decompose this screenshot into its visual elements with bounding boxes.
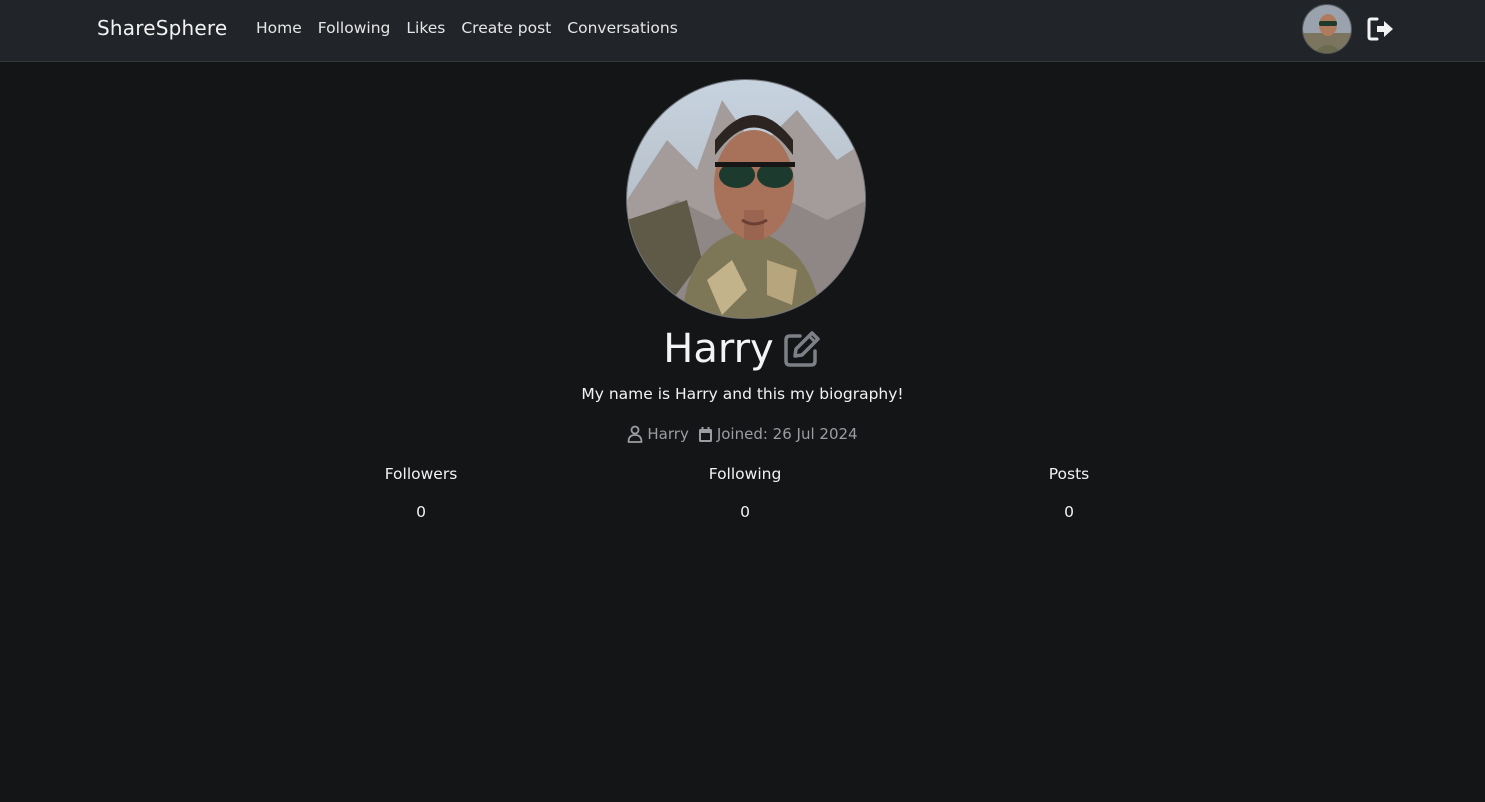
stat-value: 0 xyxy=(416,503,426,521)
profile-joined-date: Joined: 26 Jul 2024 xyxy=(716,425,858,443)
nav-links: Home Following Likes Create post Convers… xyxy=(256,19,694,37)
avatar-image xyxy=(1303,5,1351,53)
nav-link-following[interactable]: Following xyxy=(318,19,391,37)
profile-username: Harry xyxy=(647,425,689,443)
profile-meta: Harry Joined: 26 Jul 2024 xyxy=(0,425,1485,443)
sign-out-icon[interactable] xyxy=(1366,14,1396,44)
profile-name: Harry xyxy=(663,326,774,372)
pen-to-square-icon[interactable] xyxy=(782,329,822,369)
nav-link-likes[interactable]: Likes xyxy=(406,19,445,37)
nav-link-home[interactable]: Home xyxy=(256,19,302,37)
stat-followers: Followers 0 xyxy=(321,465,521,521)
nav-avatar[interactable] xyxy=(1302,4,1352,54)
stat-value: 0 xyxy=(740,503,750,521)
profile-photo xyxy=(626,79,866,319)
stat-value: 0 xyxy=(1064,503,1074,521)
profile-bio: My name is Harry and this my biography! xyxy=(581,385,904,403)
stat-label: Followers xyxy=(384,465,458,483)
calendar-icon xyxy=(698,426,712,442)
nav-link-create-post[interactable]: Create post xyxy=(461,19,551,37)
nav-link-conversations[interactable]: Conversations xyxy=(567,19,678,37)
stat-label: Following xyxy=(708,465,782,483)
brand-logo[interactable]: ShareSphere xyxy=(97,16,227,40)
user-icon xyxy=(628,425,643,443)
profile-name-row: Harry xyxy=(0,326,1485,372)
stat-posts: Posts 0 xyxy=(969,465,1169,521)
stat-label: Posts xyxy=(1048,465,1090,483)
stat-following: Following 0 xyxy=(645,465,845,521)
navbar: ShareSphere Home Following Likes Create … xyxy=(0,0,1485,62)
